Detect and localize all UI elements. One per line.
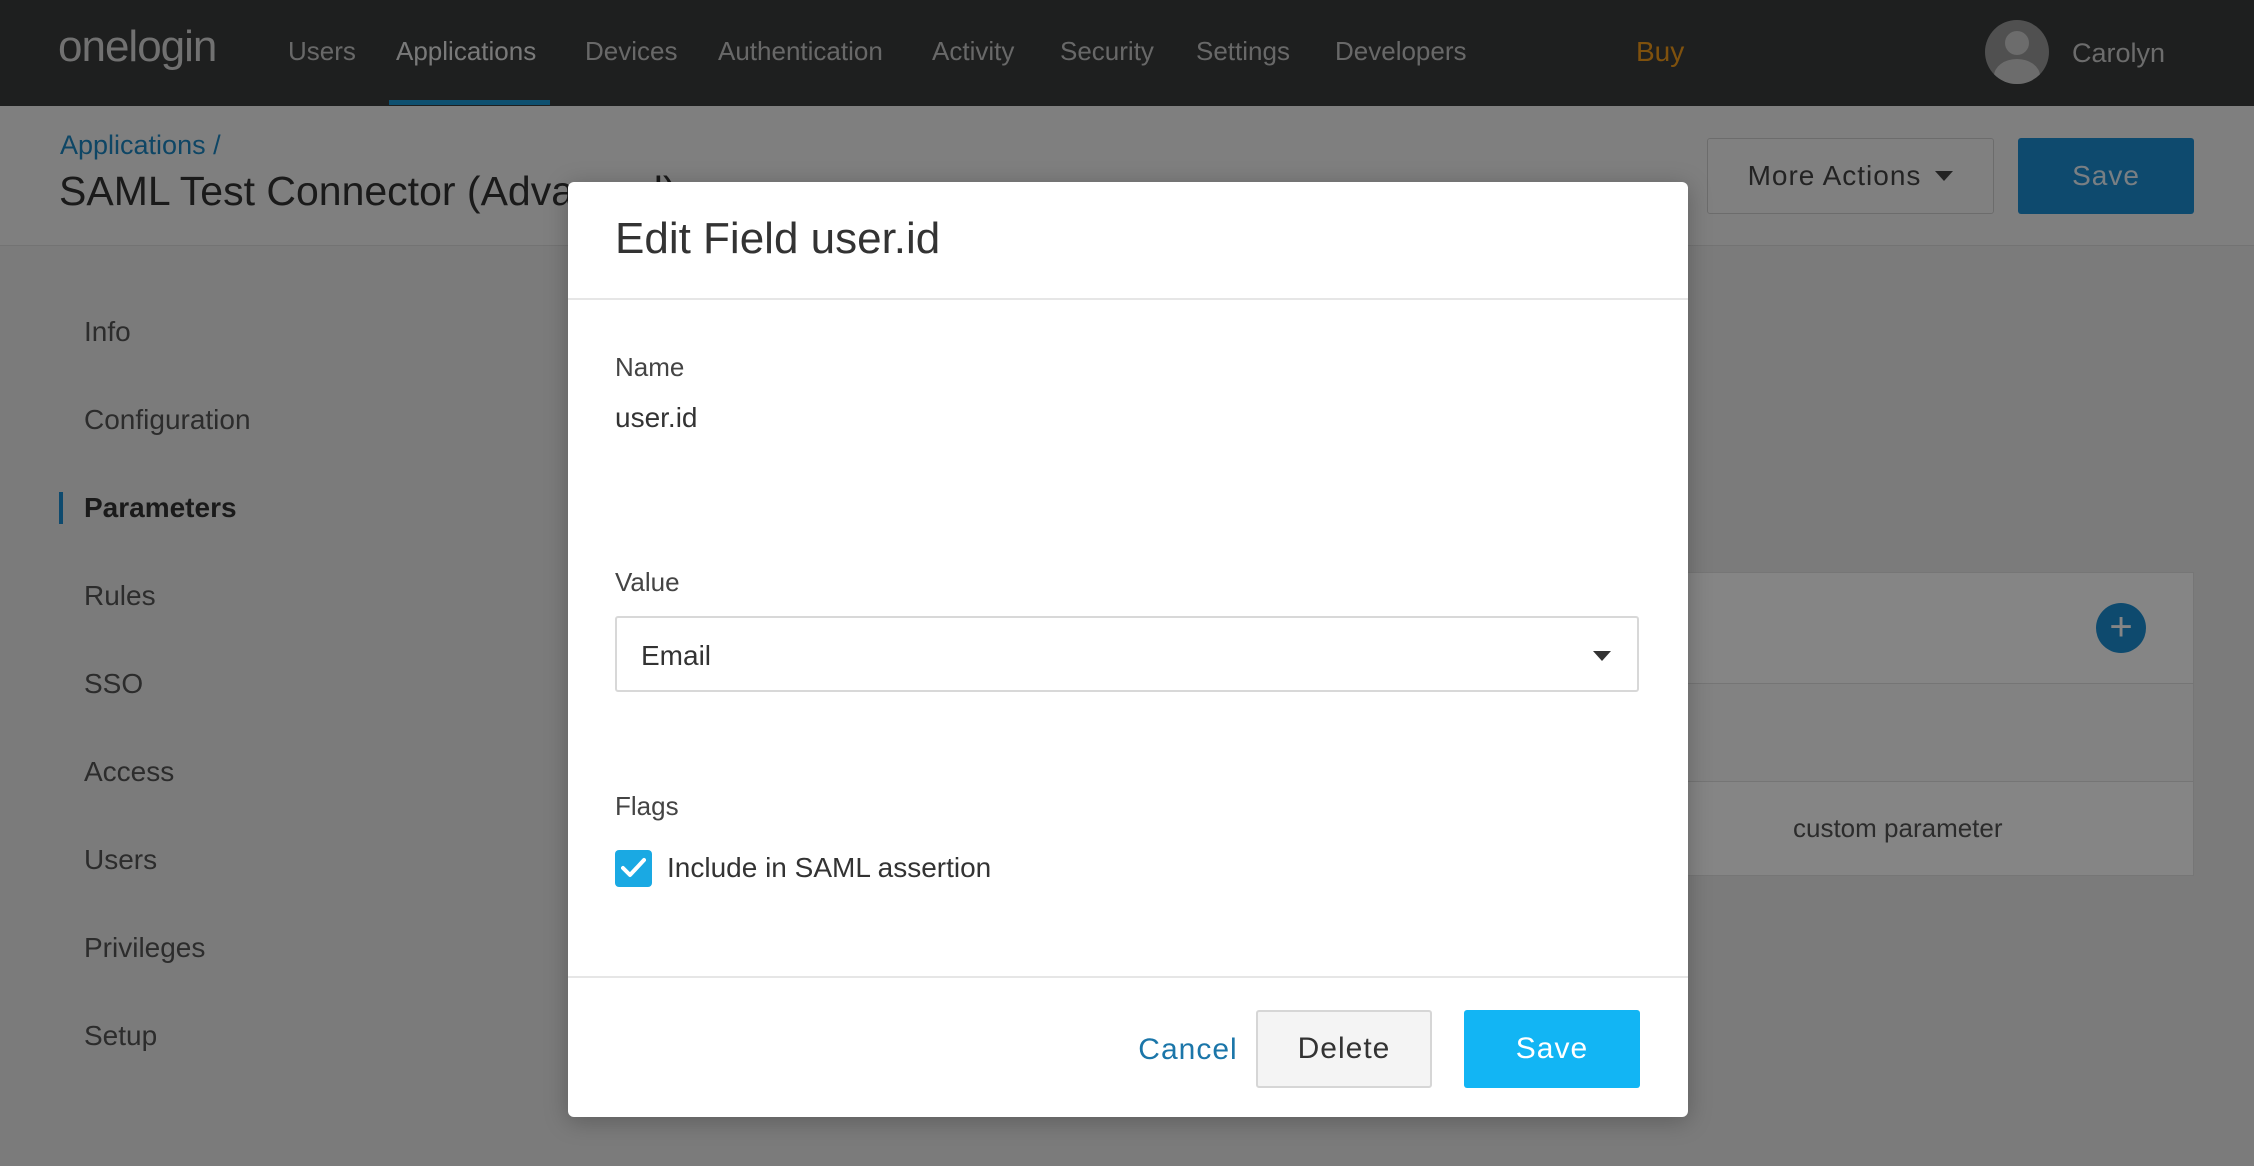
dialog-divider [568,298,1688,300]
include-saml-checkbox[interactable] [615,850,652,887]
checkmark-icon [621,858,646,877]
delete-button[interactable]: Delete [1256,1010,1432,1088]
cancel-button[interactable]: Cancel [1108,1012,1268,1088]
value-label: Value [615,567,680,597]
save-button[interactable]: Save [1464,1010,1640,1088]
dialog-footer-divider [568,976,1688,978]
value-select-selected: Email [641,640,712,671]
dialog-title: Edit Field user.id [615,214,941,263]
name-value: user.id [615,402,698,433]
value-select[interactable]: Email [615,616,1639,692]
name-label: Name [615,352,685,382]
flags-label: Flags [615,791,679,821]
caret-down-icon [1593,651,1611,661]
edit-field-dialog: Edit Field user.id Name user.id Value Em… [568,182,1688,1117]
include-saml-label[interactable]: Include in SAML assertion [667,852,991,884]
